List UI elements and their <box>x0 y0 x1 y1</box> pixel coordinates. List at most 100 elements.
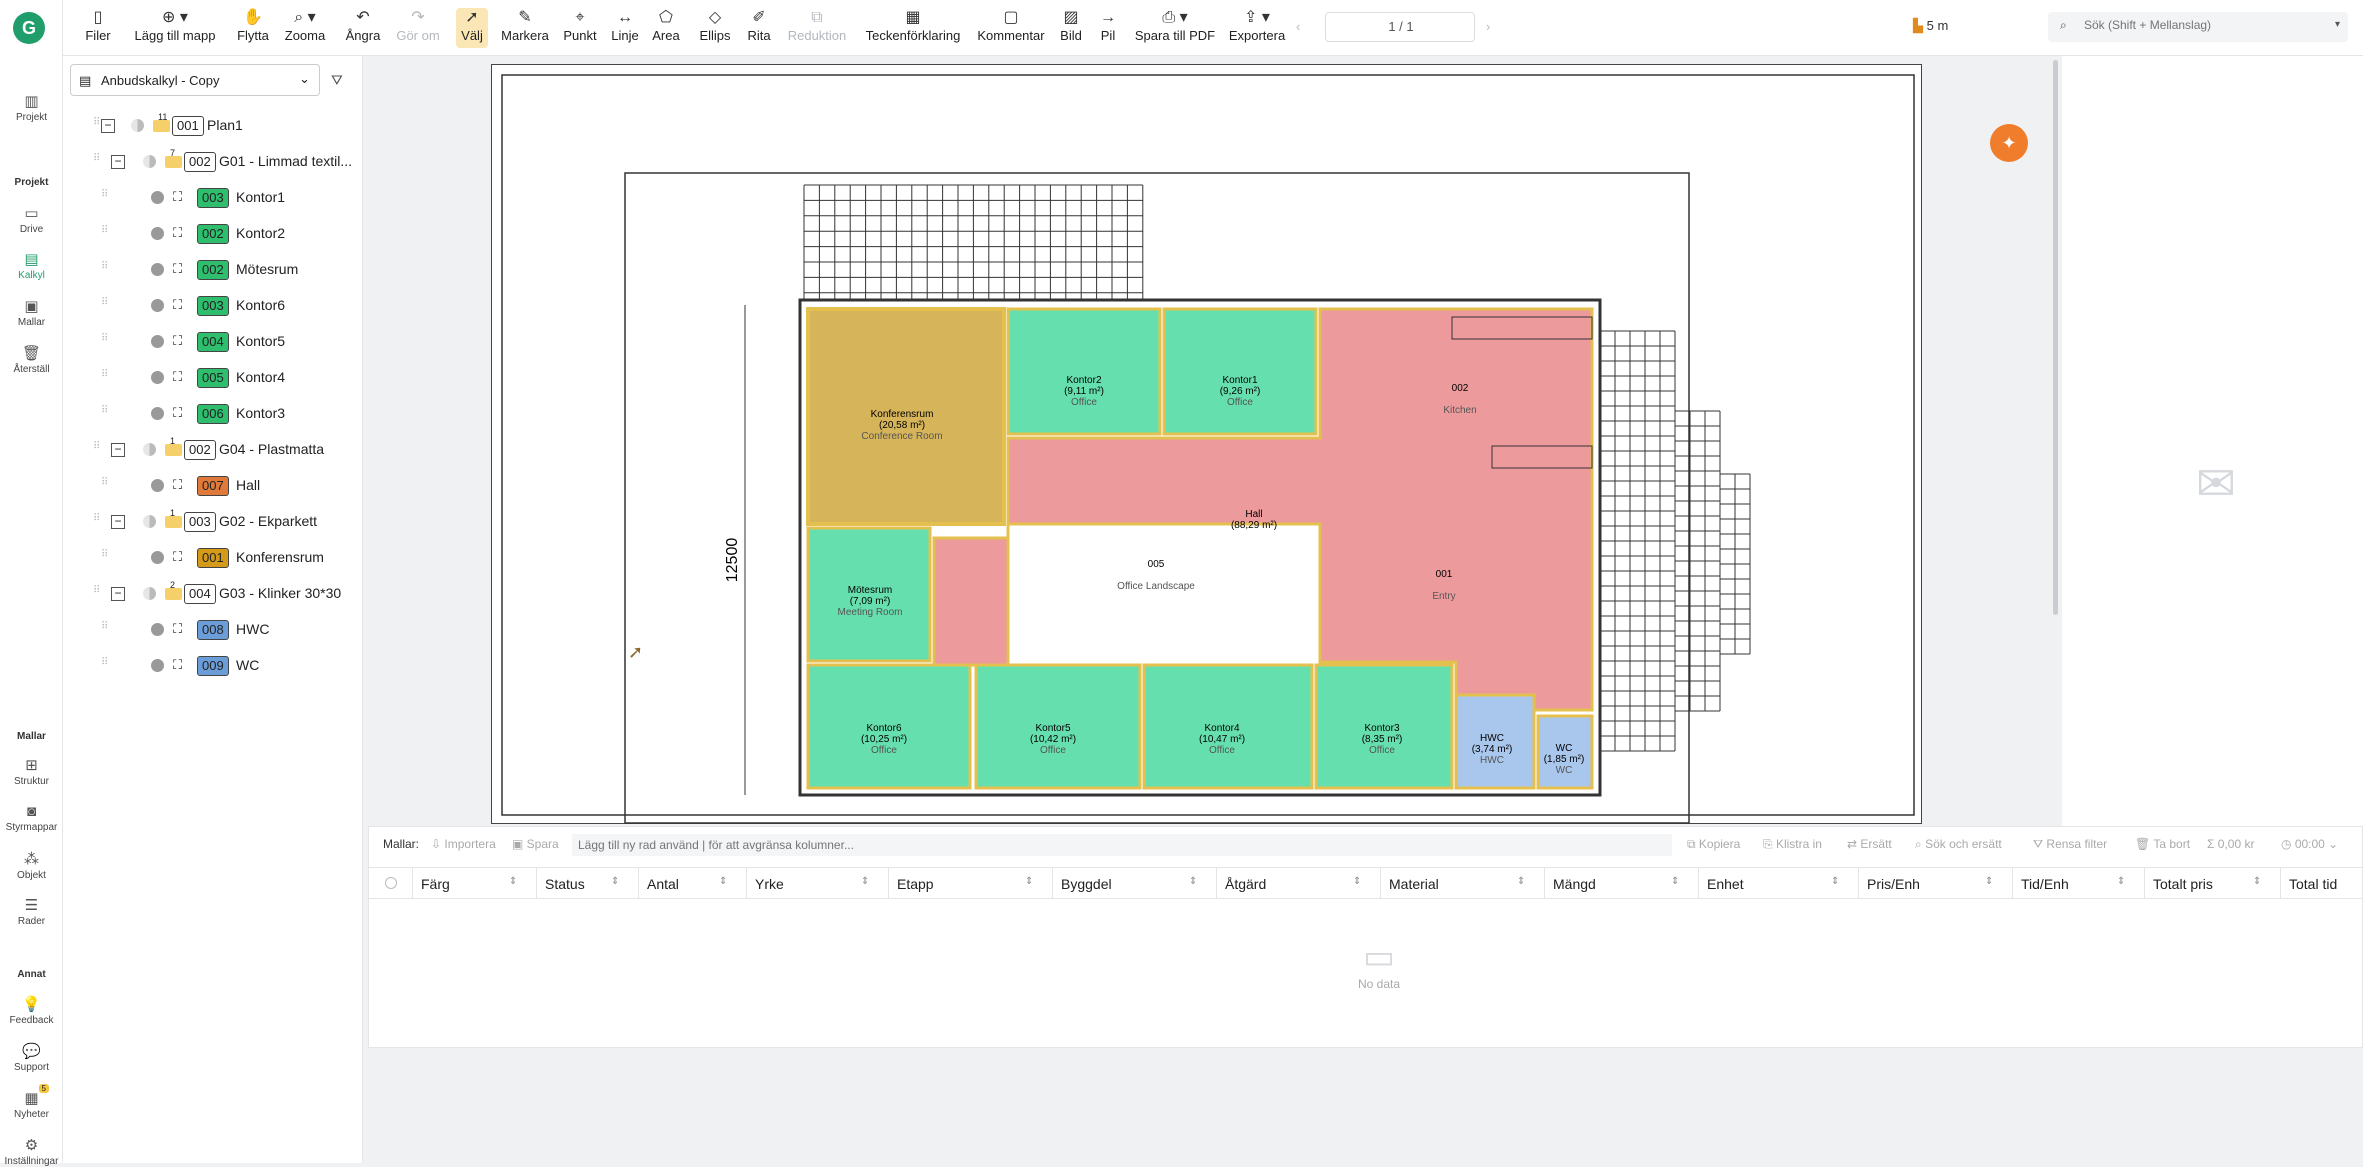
tool-teckenforklaring[interactable]: ▦ Teckenförklaring <box>861 8 965 48</box>
column-header[interactable]: Antal ⇕ <box>639 868 747 899</box>
rail-rader[interactable]: ☰ Rader <box>0 896 63 927</box>
scale-indicator[interactable]: ▙ 5 m <box>1913 18 1948 34</box>
status-dot[interactable] <box>151 191 164 204</box>
paste-button[interactable]: ⎘ Klistra in <box>1763 837 1822 852</box>
tree-item-row[interactable]: ⠿ ⛶ 009 WC <box>63 654 363 678</box>
tool-pil[interactable]: → Pil <box>1096 8 1120 48</box>
floor-plan[interactable]: 12500 Konferensrum(20,58 m²)Conference R… <box>492 65 1923 825</box>
drawing-canvas[interactable]: 12500 Konferensrum (20,58 m²) Conference R… <box>364 56 2050 824</box>
column-header[interactable]: Åtgärd ⇕ <box>1217 868 1381 899</box>
status-dot[interactable] <box>151 263 164 276</box>
drag-handle-icon[interactable]: ⠿ <box>101 333 108 344</box>
tree-group-row[interactable]: ⠿ − 11 001 Plan1 <box>63 112 363 138</box>
collapse-icon[interactable]: − <box>111 587 125 601</box>
tree-item-row[interactable]: ⠿ ⛶ 004 Kontor5 <box>63 330 363 354</box>
rail-struktur[interactable]: ⊞ Struktur <box>0 756 63 787</box>
drag-handle-icon[interactable]: ⠿ <box>101 549 108 560</box>
tree-item-row[interactable]: ⠿ ⛶ 007 Hall <box>63 474 363 498</box>
sort-icon[interactable]: ⇕ <box>1517 876 1525 887</box>
app-logo[interactable]: G <box>13 12 45 44</box>
add-row-input[interactable] <box>572 834 1672 856</box>
column-header[interactable]: Pris/Enh ⇕ <box>1859 868 2013 899</box>
rail-projekt[interactable]: ▥ Projekt <box>0 92 63 123</box>
status-dot[interactable] <box>151 407 164 420</box>
tree-item-row[interactable]: ⠿ ⛶ 002 Kontor2 <box>63 222 363 246</box>
column-header[interactable]: Totalt pris ⇕ <box>2145 868 2281 899</box>
drag-handle-icon[interactable]: ⠿ <box>101 189 108 200</box>
sort-icon[interactable]: ⇕ <box>1189 876 1197 887</box>
tree-item-row[interactable]: ⠿ ⛶ 001 Konferensrum <box>63 546 363 570</box>
save-template-button[interactable]: ▣ Spara <box>512 837 559 851</box>
rail-nyheter[interactable]: ▦ Nyheter 5 <box>0 1084 63 1120</box>
chevron-down-icon[interactable]: ▾ <box>2335 19 2340 30</box>
next-page-icon[interactable]: › <box>1486 19 1490 34</box>
tool-bild[interactable]: ▨ Bild <box>1056 8 1086 48</box>
drag-handle-icon[interactable]: ⠿ <box>101 261 108 272</box>
tool-linje[interactable]: ↔ Linje <box>608 8 642 48</box>
rail-objekt[interactable]: ⁂ Objekt <box>0 850 63 881</box>
select-all-column[interactable] <box>369 868 413 899</box>
column-header[interactable]: Tid/Enh ⇕ <box>2013 868 2145 899</box>
drag-handle-icon[interactable]: ⠿ <box>101 477 108 488</box>
sort-icon[interactable]: ⇕ <box>2253 876 2261 887</box>
collapse-icon[interactable]: − <box>111 155 125 169</box>
rail-styrmappar[interactable]: ◙ Styrmappar <box>0 803 63 833</box>
tree-group-row[interactable]: ⠿ − 1 003 G02 - Ekparkett <box>63 508 363 534</box>
tree-group-row[interactable]: ⠿ − 7 002 G01 - Limmad textil... <box>63 148 363 174</box>
tool-rita[interactable]: ✐ Rita <box>743 8 775 48</box>
column-header[interactable]: Total tid⇕ <box>2281 868 2363 899</box>
drag-handle-icon[interactable]: ⠿ <box>101 297 108 308</box>
drag-handle-icon[interactable]: ⠿ <box>101 225 108 236</box>
column-header[interactable]: Enhet ⇕ <box>1699 868 1859 899</box>
collapse-icon[interactable]: − <box>111 443 125 457</box>
drag-handle-icon[interactable]: ⠿ <box>93 441 100 452</box>
tool-zooma[interactable]: ⌕ ▾ Zooma <box>283 8 327 48</box>
tool-exportera[interactable]: ⇪ ▾ Exportera <box>1226 8 1288 48</box>
clear-filter-button[interactable]: ⛛ Rensa filter <box>2033 837 2107 852</box>
column-header[interactable]: Yrke ⇕ <box>747 868 889 899</box>
sort-icon[interactable]: ⇕ <box>509 876 517 887</box>
sort-icon[interactable]: ⇕ <box>1671 876 1679 887</box>
sort-icon[interactable]: ⇕ <box>1025 876 1033 887</box>
drag-handle-icon[interactable]: ⠿ <box>101 621 108 632</box>
status-dot[interactable] <box>151 371 164 384</box>
column-header[interactable]: Byggdel ⇕ <box>1053 868 1217 899</box>
tool-valj[interactable]: ➚ Välj <box>456 8 488 48</box>
search-box[interactable]: ⌕ ▾ <box>2048 12 2348 42</box>
rail-drive[interactable]: ▭ Drive <box>0 204 63 235</box>
tree-item-row[interactable]: ⠿ ⛶ 005 Kontor4 <box>63 366 363 390</box>
delete-button[interactable]: 🗑 Ta bort <box>2135 837 2190 851</box>
drag-handle-icon[interactable]: ⠿ <box>93 513 100 524</box>
prev-page-icon[interactable]: ‹ <box>1296 19 1300 34</box>
column-header[interactable]: Färg ⇕ <box>413 868 537 899</box>
tool-reduktion[interactable]: ⧉ Reduktion <box>785 8 849 48</box>
find-replace-button[interactable]: ⌕ Sök och ersätt <box>1915 837 2002 852</box>
tree-group-row[interactable]: ⠿ − 1 002 G04 - Plastmatta <box>63 436 363 462</box>
sort-icon[interactable]: ⇕ <box>719 876 727 887</box>
search-input[interactable] <box>2084 18 2314 32</box>
drag-handle-icon[interactable]: ⠿ <box>101 369 108 380</box>
sort-icon[interactable]: ⇕ <box>861 876 869 887</box>
tree-item-row[interactable]: ⠿ ⛶ 003 Kontor1 <box>63 186 363 210</box>
filter-icon[interactable]: ⛛ <box>331 72 343 89</box>
rail-feedback[interactable]: 💡 Feedback <box>0 995 63 1026</box>
canvas-scrollbar[interactable] <box>2053 60 2058 615</box>
tree-group-row[interactable]: ⠿ − 2 004 G03 - Klinker 30*30 <box>63 580 363 606</box>
status-dot[interactable] <box>151 659 164 672</box>
sort-icon[interactable]: ⇕ <box>2117 876 2125 887</box>
rail-installningar[interactable]: ⚙ Inställningar <box>0 1136 63 1167</box>
tool-flytta[interactable]: ✋ Flytta <box>233 8 273 48</box>
status-dot[interactable] <box>151 623 164 636</box>
tool-kommentar[interactable]: ▢ Kommentar <box>976 8 1046 48</box>
drag-handle-icon[interactable]: ⠿ <box>93 585 100 596</box>
drag-handle-icon[interactable]: ⠿ <box>93 117 100 128</box>
tree-item-row[interactable]: ⠿ ⛶ 003 Kontor6 <box>63 294 363 318</box>
sort-icon[interactable]: ⇕ <box>1831 876 1839 887</box>
calc-selector[interactable]: ▤ Anbudskalkyl - Copy ⌄ <box>70 64 320 96</box>
drag-handle-icon[interactable]: ⠿ <box>101 405 108 416</box>
status-dot[interactable] <box>151 335 164 348</box>
tool-filer[interactable]: ▯ Filer <box>78 8 118 48</box>
column-header[interactable]: Status ⇕ <box>537 868 639 899</box>
import-button[interactable]: ⇩ Importera <box>431 837 496 851</box>
tool-area[interactable]: ⬠ Area <box>650 8 682 48</box>
